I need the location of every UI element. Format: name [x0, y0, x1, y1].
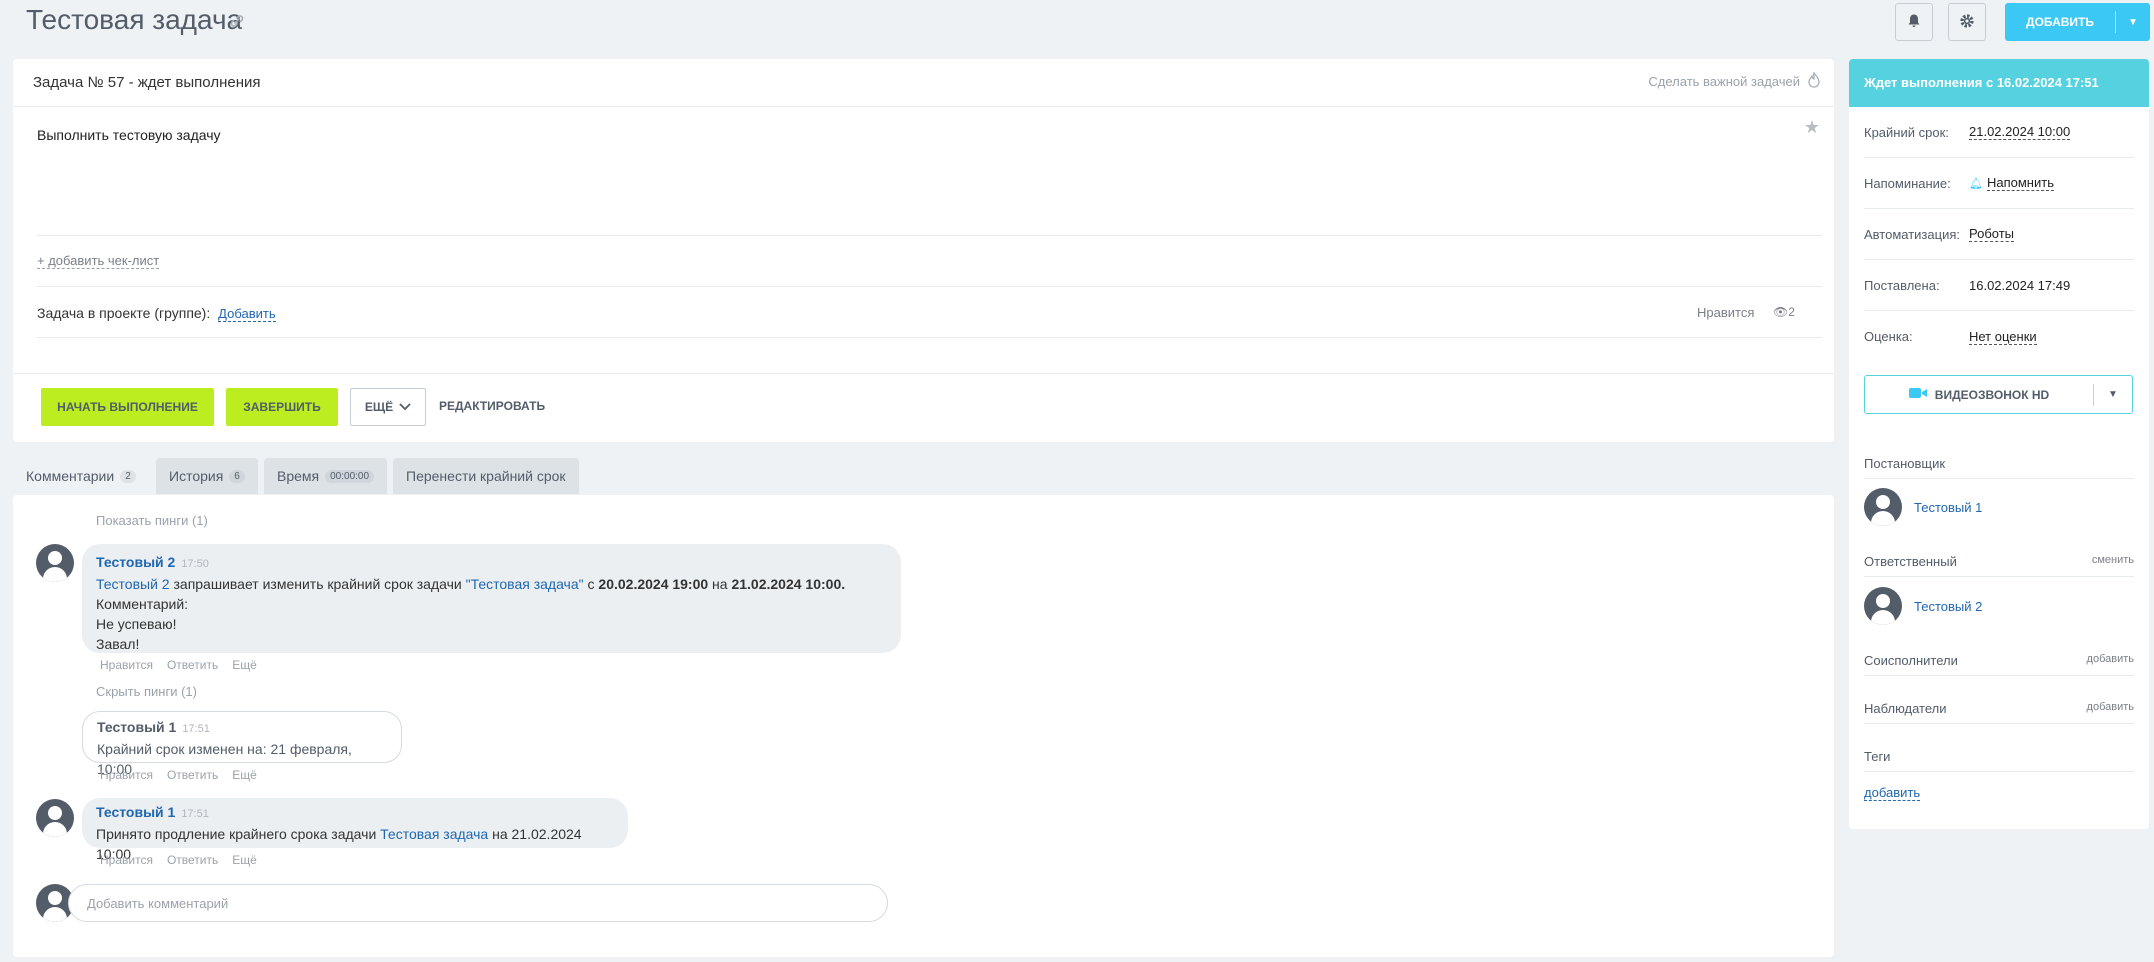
more-link[interactable]: Ещё: [232, 658, 257, 672]
page-title: Тестовая задача: [26, 4, 243, 35]
gear-icon: [1958, 12, 1976, 33]
tab-move-deadline[interactable]: Перенести крайний срок: [393, 458, 579, 494]
make-important-link[interactable]: Сделать важной задачей: [1648, 74, 1800, 89]
comment-actions: Нравится Ответить Ещё: [100, 768, 257, 782]
bell-icon: 🔔︎: [1969, 177, 1983, 190]
rating-value[interactable]: Нет оценки: [1969, 329, 2037, 345]
comment-bubble: Тестовый 1 17:51 Принято продление крайне…: [82, 798, 628, 862]
copy-link-icon[interactable]: [228, 12, 246, 30]
camera-icon: [1908, 387, 1927, 402]
project-add-link[interactable]: Добавить: [218, 306, 276, 322]
like-link[interactable]: Нравится: [100, 853, 153, 867]
add-tag-link[interactable]: добавить: [1864, 785, 1921, 801]
responsible-person[interactable]: Тестовый 2: [1864, 587, 1982, 625]
project-row: Задача в проекте (группе): Добавить: [37, 305, 276, 322]
start-task-button[interactable]: НАЧАТЬ ВЫПОЛНЕНИЕ: [41, 388, 214, 426]
task-description: Выполнить тестовую задачу: [37, 127, 221, 143]
creator-person[interactable]: Тестовый 1: [1864, 488, 1982, 526]
task-link[interactable]: Тестовая задача: [380, 826, 488, 842]
chevron-down-icon[interactable]: ▼: [2094, 389, 2132, 400]
comment-author[interactable]: Тестовый 1: [97, 719, 176, 735]
project-label: Задача в проекте (группе):: [37, 305, 211, 321]
responsible-heading: Ответственный сменить: [1864, 554, 2134, 577]
creator-name[interactable]: Тестовый 1: [1914, 500, 1982, 515]
comment-time: 17:51: [181, 808, 209, 820]
divider: [37, 235, 1822, 236]
reminder-row: Напоминание: 🔔︎ Напомнить: [1864, 158, 2134, 209]
like-link[interactable]: Нравится: [1697, 305, 1754, 320]
comment-actions: Нравится Ответить Ещё: [100, 853, 257, 867]
avatar: [1864, 587, 1902, 625]
divider: [37, 286, 1822, 287]
more-link[interactable]: Ещё: [232, 768, 257, 782]
automation-row: Автоматизация: Роботы: [1864, 209, 2134, 260]
avatar: [1864, 488, 1902, 526]
hide-pings-link[interactable]: Скрыть пинги (1): [96, 684, 197, 699]
add-auditor-link[interactable]: добавить: [2087, 701, 2134, 716]
reply-link[interactable]: Ответить: [167, 853, 218, 867]
flame-icon[interactable]: [1808, 71, 1820, 91]
comment-actions: Нравится Ответить Ещё: [100, 658, 257, 672]
reminder-value[interactable]: Напомнить: [1986, 175, 2054, 191]
chevron-down-icon[interactable]: ▼: [2116, 17, 2150, 28]
tab-history[interactable]: История 6: [156, 458, 258, 494]
finish-task-button[interactable]: ЗАВЕРШИТЬ: [226, 388, 338, 426]
comment-author[interactable]: Тестовый 1: [96, 804, 175, 820]
comment-time: 17:51: [182, 723, 210, 735]
add-accomplice-link[interactable]: добавить: [2087, 653, 2134, 668]
tab-count: 6: [229, 469, 245, 483]
avatar[interactable]: [36, 544, 74, 582]
change-responsible-link[interactable]: сменить: [2092, 554, 2134, 569]
show-pings-link[interactable]: Показать пинги (1): [96, 513, 208, 528]
accomplices-heading: Соисполнители добавить: [1864, 653, 2134, 676]
reply-link[interactable]: Ответить: [167, 768, 218, 782]
task-number-status: Задача № 57 - ждет выполнения: [33, 74, 261, 91]
add-checklist-link[interactable]: + добавить чек-лист: [37, 253, 160, 269]
comment-author-link[interactable]: Тестовый 2: [96, 576, 170, 592]
automation-value[interactable]: Роботы: [1969, 226, 2015, 242]
deadline-value[interactable]: 21.02.2024 10:00: [1969, 124, 2071, 140]
star-icon[interactable]: ★: [1804, 117, 1820, 138]
task-header: Задача № 57 - ждет выполнения Сделать ва…: [13, 59, 1834, 107]
tab-count: 00:00:00: [325, 469, 375, 483]
status-bar: Ждет выполнения с 16.02.2024 17:51: [1849, 59, 2149, 107]
like-link[interactable]: Нравится: [100, 658, 153, 672]
rating-row: Оценка: Нет оценки: [1864, 328, 2037, 345]
notifications-button[interactable]: [1895, 3, 1933, 41]
tags-heading: Теги: [1864, 749, 2134, 772]
chevron-down-icon: [399, 400, 411, 414]
creator-heading: Постановщик: [1864, 456, 2134, 479]
task-sidebar: Крайний срок: 21.02.2024 10:00 Напоминан…: [1849, 107, 2149, 829]
like-link[interactable]: Нравится: [100, 768, 153, 782]
task-link[interactable]: "Тестовая задача": [466, 576, 584, 592]
add-comment-input[interactable]: Добавить комментарий: [68, 884, 888, 922]
divider: [13, 373, 1834, 374]
responsible-name[interactable]: Тестовый 2: [1914, 599, 1982, 614]
comment-bubble: Тестовый 2 17:50 Тестовый 2 запрашивает и…: [82, 544, 901, 653]
tab-time[interactable]: Время 00:00:00: [264, 458, 388, 494]
add-button-label: ДОБАВИТЬ: [2026, 15, 2094, 29]
created-row: Поставлена: 16.02.2024 17:49: [1864, 260, 2134, 311]
divider: [37, 337, 1822, 338]
bell-icon: [1906, 13, 1922, 32]
more-button[interactable]: ЕЩЁ: [350, 388, 426, 426]
add-button[interactable]: ДОБАВИТЬ ▼: [2005, 3, 2150, 41]
eye-icon: 👁: [1773, 305, 1789, 319]
auditors-heading: Наблюдатели добавить: [1864, 701, 2134, 724]
more-link[interactable]: Ещё: [232, 853, 257, 867]
created-value: 16.02.2024 17:49: [1969, 277, 2071, 293]
tab-count: 2: [120, 469, 136, 483]
views-counter: 👁2: [1773, 305, 1795, 319]
video-call-button[interactable]: ВИДЕОЗВОНОК HD ▼: [1864, 375, 2133, 414]
comment-time: 17:50: [181, 558, 209, 570]
deadline-row: Крайний срок: 21.02.2024 10:00: [1864, 107, 2134, 158]
reply-link[interactable]: Ответить: [167, 658, 218, 672]
comment-author[interactable]: Тестовый 2: [96, 554, 175, 570]
settings-button[interactable]: [1948, 3, 1986, 41]
ping-bubble: Тестовый 1 17:51 Крайний срок изменен на:…: [82, 711, 402, 777]
edit-button[interactable]: РЕДАКТИРОВАТЬ: [439, 399, 545, 413]
tab-comments[interactable]: Комментарии 2: [13, 458, 149, 494]
avatar[interactable]: [36, 799, 74, 837]
task-card: Задача № 57 - ждет выполнения Сделать ва…: [13, 59, 1834, 442]
